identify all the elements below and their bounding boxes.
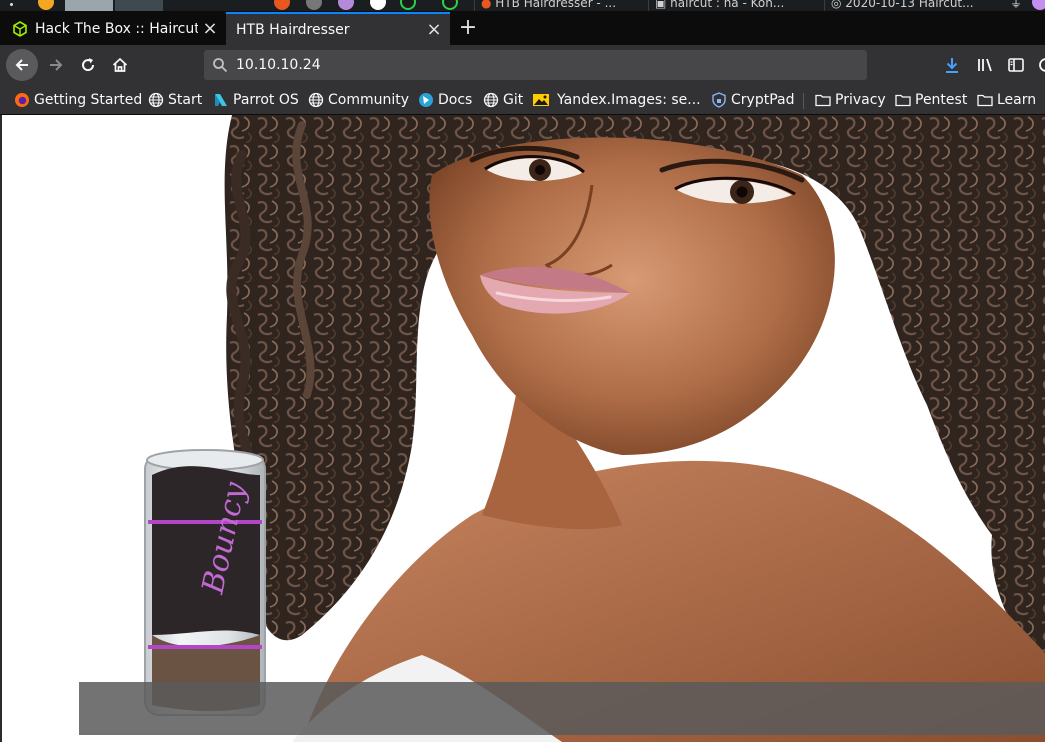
taskbar-window-label: 2020-10-13 Haircut... [845, 0, 974, 10]
folder-icon [977, 92, 993, 108]
bookmark-parrot-os[interactable]: Parrot OS [213, 90, 299, 110]
user-icon[interactable] [1032, 0, 1045, 10]
bookmark-label: Docs [438, 92, 473, 108]
tab-title: Hack The Box :: Haircut [35, 20, 198, 37]
close-tab-icon[interactable]: × [198, 18, 222, 39]
search-icon [212, 57, 228, 73]
bookmark-git[interactable]: Git [483, 90, 523, 110]
globe-icon [148, 92, 164, 108]
bookmark-docs[interactable]: Docs [418, 90, 472, 110]
reload-button[interactable] [72, 49, 104, 81]
app-icon[interactable] [370, 0, 386, 10]
monitor-icon[interactable] [400, 0, 416, 10]
terminal-icon: ▣ [655, 0, 671, 10]
close-tab-icon[interactable]: × [422, 19, 446, 40]
bookmark-label: Community [328, 92, 410, 108]
bookmark-folder-privacy[interactable]: Privacy [815, 90, 886, 110]
tab-htb-hairdresser[interactable]: HTB Hairdresser × [226, 12, 450, 45]
firefox-icon[interactable] [274, 0, 290, 10]
bookmark-label: Learn [997, 92, 1037, 108]
sidebar-icon[interactable] [1006, 55, 1026, 75]
taskbar-window-label: haircut : na - Kon... [670, 0, 785, 10]
bookmark-community[interactable]: Community [308, 90, 409, 110]
bookmark-yandex-images[interactable]: Yandex.Images: se... [533, 90, 701, 110]
bookmark-label: Privacy [835, 92, 886, 108]
bookmarks-toolbar: Getting Started Start Parrot OS Communit… [0, 85, 1045, 115]
globe-icon [308, 92, 324, 108]
url-bar[interactable]: 10.10.10.24 [204, 50, 867, 80]
workspace-2[interactable] [115, 0, 163, 11]
workspace-1[interactable] [65, 0, 113, 11]
bookmark-separator [803, 93, 804, 109]
bookmark-getting-started[interactable]: Getting Started [14, 90, 142, 110]
bookmark-label: Getting Started [34, 92, 143, 108]
new-tab-button[interactable]: + [456, 15, 480, 41]
home-button[interactable] [104, 49, 136, 81]
monitor-icon[interactable] [442, 0, 458, 10]
cryptpad-icon [711, 92, 727, 108]
docs-icon [418, 92, 434, 108]
folder-icon [895, 92, 911, 108]
product-bottle: Bouncy [144, 449, 266, 716]
bookmark-label: Git [503, 92, 524, 108]
menu-dot-icon[interactable] [10, 3, 13, 6]
page-footer-overlay [79, 682, 1045, 735]
bookmark-label: Pentest [915, 92, 968, 108]
bookmark-label: CryptPad [731, 92, 795, 108]
browser-tab-bar: Hack The Box :: Haircut × HTB Hairdresse… [0, 11, 1045, 45]
bookmark-label: Start [168, 92, 203, 108]
app-icon[interactable] [38, 0, 54, 10]
bookmark-start[interactable]: Start [148, 90, 202, 110]
parrot-icon [213, 92, 229, 108]
back-button[interactable] [6, 49, 38, 81]
forward-button[interactable] [40, 49, 72, 81]
page-content: Bouncy [0, 115, 1045, 742]
back-arrow-icon [15, 59, 28, 71]
htb-cube-icon [12, 20, 28, 37]
firefox-icon [14, 92, 30, 108]
network-icon[interactable]: ⏚ [1010, 0, 1024, 11]
terminal-icon[interactable] [306, 0, 322, 10]
editor-icon[interactable] [338, 0, 354, 10]
navigation-toolbar: 10.10.10.24 [0, 45, 1045, 85]
url-text[interactable]: 10.10.10.24 [236, 57, 321, 73]
home-icon [112, 57, 128, 72]
bookmark-folder-learn[interactable]: Learn [977, 90, 1036, 110]
hero-image: Bouncy [144, 115, 1045, 742]
taskbar-window-label: HTB Hairdresser - ... [495, 0, 617, 10]
extension-icon[interactable] [1036, 55, 1045, 75]
bookmark-label: Parrot OS [233, 92, 299, 108]
reload-icon [82, 58, 95, 72]
bookmark-folder-pentest[interactable]: Pentest [895, 90, 967, 110]
bookmark-cryptpad[interactable]: CryptPad [711, 90, 794, 110]
globe-icon [483, 92, 499, 108]
folder-icon [815, 92, 831, 108]
yandex-images-icon [533, 92, 549, 108]
library-icon[interactable] [975, 55, 995, 75]
os-taskbar: ● HTB Hairdresser - ... ▣ haircut : na -… [0, 0, 1045, 11]
firefox-icon: ● [481, 0, 496, 10]
forward-arrow-icon [50, 59, 63, 71]
image-viewer-icon: ◎ [831, 0, 846, 10]
tab-hack-the-box[interactable]: Hack The Box :: Haircut × [0, 12, 226, 45]
taskbar-window-3[interactable]: ◎ 2020-10-13 Haircut... [824, 0, 998, 11]
bookmark-label: Yandex.Images: se... [557, 92, 701, 108]
taskbar-window-1[interactable]: ● HTB Hairdresser - ... [474, 0, 644, 11]
tab-title: HTB Hairdresser [236, 21, 350, 38]
downloads-icon[interactable] [942, 55, 962, 75]
taskbar-window-2[interactable]: ▣ haircut : na - Kon... [648, 0, 820, 11]
